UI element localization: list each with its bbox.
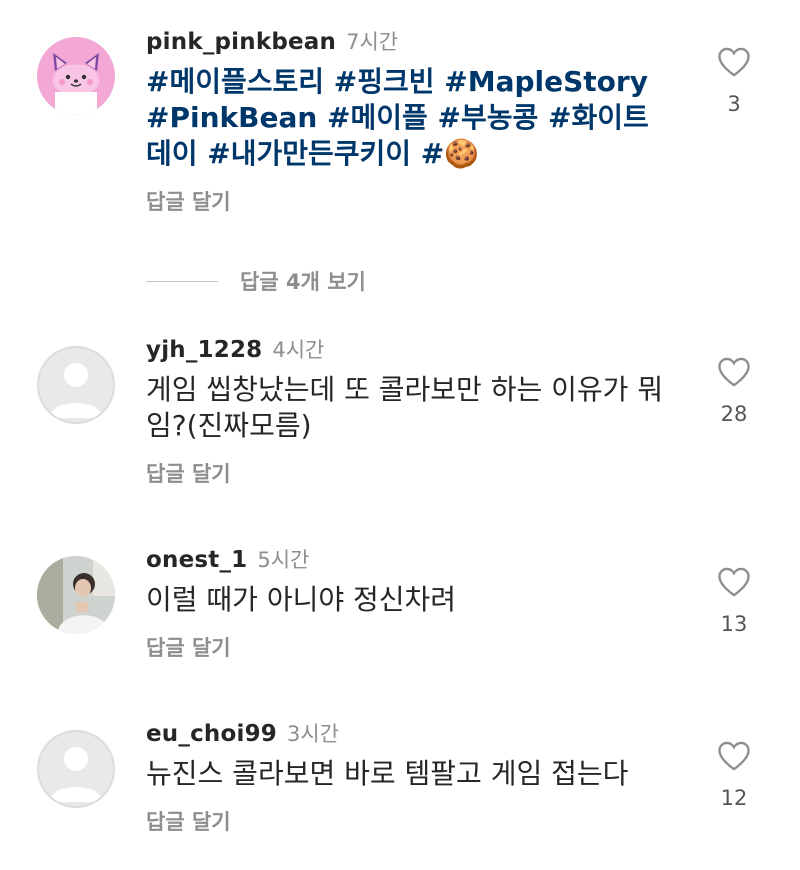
reply-button[interactable]: 답글 달기 xyxy=(146,186,686,216)
heart-icon[interactable] xyxy=(716,566,752,598)
like-count: 3 xyxy=(727,92,741,116)
timestamp: 7시간 xyxy=(346,30,399,54)
avatar[interactable] xyxy=(37,556,115,634)
heart-icon[interactable] xyxy=(716,46,752,78)
profile-photo-icon xyxy=(37,556,115,634)
reply-button[interactable]: 답글 달기 xyxy=(146,458,686,488)
comment-text[interactable]: 이럴 때가 아니야 정신차려 xyxy=(146,582,686,618)
heart-icon[interactable] xyxy=(716,740,752,772)
username[interactable]: onest_1 xyxy=(146,547,247,573)
username[interactable]: pink_pinkbean xyxy=(146,29,336,55)
comment-header: onest_1 5시간 xyxy=(146,544,686,574)
comment-header: pink_pinkbean 7시간 xyxy=(146,26,686,56)
avatar[interactable] xyxy=(37,346,115,424)
like-count: 28 xyxy=(720,402,748,426)
default-avatar-icon xyxy=(49,747,103,802)
comment-header: eu_choi99 3시간 xyxy=(146,718,686,748)
reply-button[interactable]: 답글 달기 xyxy=(146,806,686,836)
default-avatar-icon xyxy=(49,363,103,418)
like-count: 12 xyxy=(720,786,748,810)
divider xyxy=(146,280,218,282)
avatar[interactable] xyxy=(37,730,115,808)
reply-button[interactable]: 답글 달기 xyxy=(146,632,686,662)
username[interactable]: eu_choi99 xyxy=(146,721,277,747)
view-replies-label: 답글 4개 보기 xyxy=(240,270,366,294)
like-count: 13 xyxy=(720,612,748,636)
timestamp: 3시간 xyxy=(286,722,339,746)
username[interactable]: yjh_1228 xyxy=(146,337,262,363)
comment-text[interactable]: 게임 씹창났는데 또 콜라보만 하는 이유가 뭐임?(진짜모름) xyxy=(146,372,666,444)
comment-header: yjh_1228 4시간 xyxy=(146,334,686,364)
timestamp: 4시간 xyxy=(272,338,325,362)
heart-icon[interactable] xyxy=(716,356,752,388)
timestamp: 5시간 xyxy=(257,548,310,572)
view-replies-button[interactable]: 답글 4개 보기 xyxy=(146,268,366,294)
comment-text[interactable]: 뉴진스 콜라보면 바로 템팔고 게임 접는다 xyxy=(146,756,686,792)
avatar[interactable] xyxy=(37,37,115,115)
comment-text[interactable]: #메이플스토리 #핑크빈 #MapleStory #PinkBean #메이플 … xyxy=(146,64,666,172)
pink-bean-avatar-icon xyxy=(37,37,115,115)
